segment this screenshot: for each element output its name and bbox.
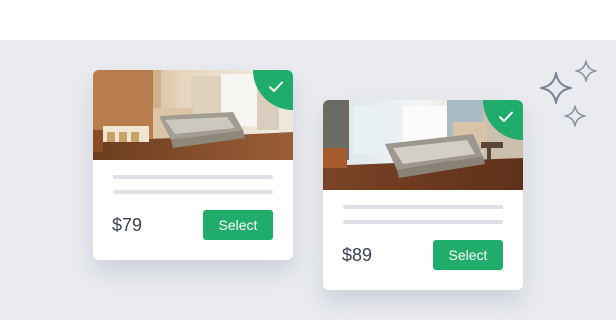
description-placeholder-line (113, 175, 273, 179)
sparkle-icon (564, 105, 586, 127)
description-placeholder-line (343, 205, 503, 209)
top-band (0, 0, 616, 40)
check-icon (269, 81, 283, 92)
select-button[interactable]: Select (433, 240, 503, 270)
price-label: $89 (342, 245, 373, 265)
description-placeholder-line (113, 190, 273, 194)
sparkle-icon (540, 72, 572, 104)
price-label: $79 (112, 215, 143, 235)
sparkle-icon (575, 60, 597, 82)
check-icon (499, 111, 513, 122)
room-card[interactable]: $89 Select (323, 100, 523, 290)
description-placeholder-line (343, 220, 503, 224)
room-card[interactable]: $79 Select (93, 70, 293, 260)
select-button[interactable]: Select (203, 210, 273, 240)
